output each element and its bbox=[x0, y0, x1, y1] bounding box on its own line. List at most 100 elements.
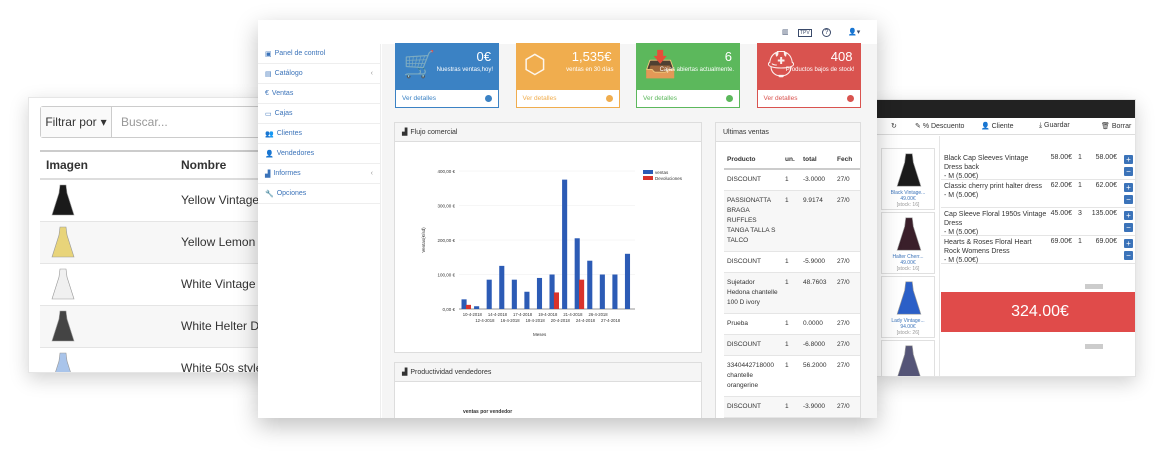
table-row[interactable]: DISCOUNT 1 -5.9000 27/0 bbox=[724, 251, 860, 273]
y-tick-label: 100,00 € bbox=[437, 273, 455, 278]
stat-value: 0€ bbox=[476, 49, 491, 64]
view-details-label: Ver detalles bbox=[643, 95, 677, 102]
table-row[interactable]: White Helter Dres bbox=[40, 304, 277, 347]
table-row[interactable]: Sujetador Hedona chantelle 100 D ivory 1 4… bbox=[724, 272, 860, 314]
ticket-item-qty: 1 bbox=[1078, 154, 1082, 161]
discount-button[interactable]: ✎ % Descuento bbox=[915, 122, 964, 130]
minus-icon[interactable]: − bbox=[1124, 167, 1133, 176]
columns-icon[interactable]: ▥ bbox=[782, 28, 789, 36]
flujo-header: ▟ Flujo comercial bbox=[395, 123, 701, 142]
dress-thumbnail bbox=[50, 183, 76, 217]
minus-icon[interactable]: − bbox=[1124, 195, 1133, 204]
product-image-cell bbox=[40, 220, 175, 263]
ticket-item-total: 58.00€ bbox=[1095, 154, 1117, 161]
users-icon: 👥 bbox=[265, 130, 274, 138]
x-tick-label: 16-4-2018 bbox=[500, 318, 520, 323]
sidebar-item[interactable]: ▟ Informes ‹ bbox=[258, 164, 381, 184]
table-row[interactable]: 3340442718000 chantelle orangerine 1 56.20… bbox=[724, 355, 860, 397]
search-input[interactable]: Buscar... bbox=[112, 107, 277, 137]
bar-chart-icon: ▟ bbox=[265, 170, 271, 178]
cell-date: 27/0 bbox=[834, 355, 860, 397]
help-icon[interactable]: ? bbox=[822, 28, 831, 37]
table-row[interactable]: Prueba 1 0.0000 27/0 bbox=[724, 313, 860, 335]
minus-icon[interactable]: − bbox=[1124, 251, 1133, 260]
cell-total: 12.3967 bbox=[800, 417, 834, 418]
cell-product: DISCOUNT bbox=[724, 168, 782, 191]
filter-dropdown-button[interactable]: Filtrar por ▾ bbox=[41, 107, 112, 137]
table-row[interactable]: DISCOUNT 1 -6.8000 27/0 bbox=[724, 334, 860, 356]
table-row[interactable]: White 50s style C bbox=[40, 346, 277, 372]
view-details-link[interactable]: Ver detalles bbox=[636, 89, 740, 108]
table-row[interactable]: Yellow Lemon Pr bbox=[40, 220, 277, 263]
sidebar-item[interactable]: 🔧 Opciones bbox=[258, 184, 381, 204]
pos-top-bar bbox=[877, 100, 1135, 118]
view-details-link[interactable]: Ver detalles bbox=[756, 89, 861, 108]
ticket-item-qty: 3 bbox=[1078, 210, 1082, 217]
col-units: un. bbox=[782, 150, 800, 170]
scroll-handle[interactable] bbox=[1085, 284, 1103, 289]
plus-icon[interactable]: + bbox=[1124, 155, 1133, 164]
table-row[interactable]: PASSIONATTA BRAGA RUFFLES TANGA TALLA S … bbox=[724, 190, 860, 252]
scroll-handle[interactable] bbox=[1085, 344, 1103, 349]
table-row[interactable]: PASSIONATTA112.396727/0 bbox=[724, 417, 860, 418]
minus-icon[interactable]: − bbox=[1124, 223, 1133, 232]
x-tick-label: 12-4-2018 bbox=[475, 318, 495, 323]
product-card[interactable]: Black Vintage... 49.00€ [stock: 16] bbox=[881, 148, 935, 210]
sidebar-item[interactable]: 👤 Vendedores bbox=[258, 144, 381, 164]
table-row[interactable]: Yellow Vintage in bbox=[40, 178, 277, 221]
product-card[interactable]: Lady Vintage... 94.00€ [stock: 26] bbox=[881, 276, 935, 338]
ultimas-header: Ultimas ventas bbox=[716, 123, 860, 142]
ticket-line[interactable]: Hearts & Roses Floral Heart Rock Womens … bbox=[941, 236, 1135, 264]
table-row[interactable]: DISCOUNT 1 -3.9000 27/0 bbox=[724, 396, 860, 418]
x-tick-label: 21-4-2018 bbox=[563, 312, 583, 317]
sidebar-item[interactable]: ▭ Cajas bbox=[258, 104, 381, 124]
table-row[interactable]: DISCOUNT 1 -3.0000 27/0 bbox=[724, 168, 860, 191]
cell-date: 27/0 bbox=[834, 168, 860, 191]
plus-icon[interactable]: + bbox=[1124, 239, 1133, 248]
plus-icon[interactable]: + bbox=[1124, 183, 1133, 192]
ticket-line[interactable]: Cap Sleeve Floral 1950s Vintage Dress - M… bbox=[941, 208, 1135, 236]
stat-card: 📥 6 Cajas abiertas actualmente. Ver detalle… bbox=[635, 42, 741, 108]
sidebar-item[interactable]: ▣ Panel de control bbox=[258, 44, 381, 64]
stat-label: Productos bajos de stock! bbox=[785, 67, 855, 73]
view-details-link[interactable]: Ver detalles bbox=[395, 89, 499, 108]
cell-units: 1 bbox=[782, 355, 800, 397]
view-details-link[interactable]: Ver detalles bbox=[515, 89, 620, 108]
stat-label: Cajas abiertas actualmente. bbox=[659, 67, 734, 73]
delete-button[interactable]: 🗑 Borrar bbox=[1101, 122, 1131, 130]
sidebar-item[interactable]: € Ventas bbox=[258, 84, 381, 104]
ticket-line[interactable]: Black Cap Sleeves Vintage Dress back - M … bbox=[941, 152, 1135, 180]
product-card[interactable]: Halter Cherr... 49.00€ [stock: 16] bbox=[881, 212, 935, 274]
view-details-label: Ver detalles bbox=[522, 95, 557, 102]
dress-thumbnail bbox=[50, 309, 76, 343]
euro-icon: € bbox=[265, 90, 269, 97]
user-icon: 👤 bbox=[265, 150, 274, 158]
table-row[interactable]: White Vintage St bbox=[40, 262, 277, 305]
ticket-item-price: 69.00€ bbox=[1050, 238, 1072, 245]
stat-label: ventas en 30 días bbox=[566, 67, 614, 73]
dress-thumbnail bbox=[50, 225, 76, 259]
bar-devoluciones bbox=[553, 292, 560, 309]
ticket-item-total: 135.00€ bbox=[1091, 210, 1117, 217]
cell-units: 1 bbox=[782, 168, 800, 191]
ticket-item-total: 69.00€ bbox=[1095, 238, 1117, 245]
cell-total: 9.9174 bbox=[800, 190, 834, 252]
refresh-icon[interactable]: ↻ bbox=[891, 122, 897, 130]
caret-down-icon: ▾ bbox=[100, 115, 107, 129]
stat-card-top: ⬡ 1,535€ ventas en 30 días bbox=[515, 43, 620, 89]
sidebar-item[interactable]: 👥 Clientes bbox=[258, 124, 381, 144]
user-menu-icon[interactable]: 👤▾ bbox=[848, 28, 860, 36]
client-button[interactable]: 👤 Cliente bbox=[981, 122, 1013, 130]
bar-ventas bbox=[562, 179, 568, 309]
plus-icon[interactable]: + bbox=[1124, 211, 1133, 220]
product-card[interactable] bbox=[881, 340, 935, 376]
tpv-button[interactable]: TPV bbox=[798, 29, 812, 37]
bar-devoluciones bbox=[579, 279, 585, 309]
divider bbox=[939, 136, 940, 376]
sidebar-item[interactable]: ▤ Catálogo ‹ bbox=[258, 64, 381, 84]
ticket-line[interactable]: Classic cherry print halter dress - M (5.… bbox=[941, 180, 1135, 208]
lifebuoy-icon: ⛑ bbox=[764, 49, 798, 79]
save-button[interactable]: ⤓ Guardar bbox=[1039, 122, 1070, 130]
bar-ventas bbox=[574, 238, 580, 309]
view-details-label: Ver detalles bbox=[402, 95, 436, 102]
